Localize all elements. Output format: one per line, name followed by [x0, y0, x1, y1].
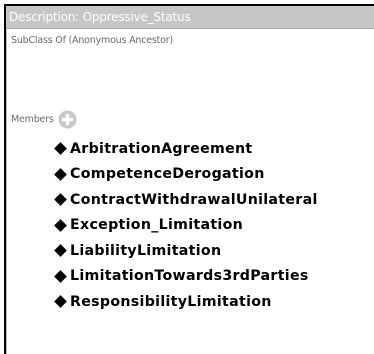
member-item[interactable]: ArbitrationAgreement — [53, 136, 318, 162]
individual-diamond-icon — [54, 142, 67, 156]
member-item[interactable]: ResponsibilityLimitation — [53, 289, 318, 315]
add-member-icon[interactable] — [58, 110, 77, 129]
member-label: LiabilityLimitation — [70, 242, 222, 259]
member-item[interactable]: LiabilityLimitation — [53, 238, 318, 264]
panel-titlebar[interactable]: Description: Oppressive_Status — [6, 6, 374, 29]
member-label: ArbitrationAgreement — [70, 140, 253, 157]
description-panel: Description: Oppressive_Status SubClass … — [4, 4, 374, 354]
subclass-of-section-label: SubClass Of (Anonymous Ancestor) — [11, 35, 173, 46]
member-item[interactable]: ContractWithdrawalUnilateral — [53, 187, 318, 213]
panel-content: SubClass Of (Anonymous Ancestor) Members… — [6, 29, 374, 354]
member-label: ContractWithdrawalUnilateral — [70, 191, 318, 208]
member-item[interactable]: LimitationTowards3rdParties — [53, 264, 318, 290]
individual-diamond-icon — [54, 167, 67, 181]
member-label: Exception_Limitation — [70, 217, 244, 234]
members-section-label: Members — [11, 114, 54, 125]
member-item[interactable]: Exception_Limitation — [53, 213, 318, 239]
individual-diamond-icon — [54, 244, 67, 258]
members-header: Members — [11, 110, 77, 129]
individual-diamond-icon — [54, 193, 67, 207]
member-label: ResponsibilityLimitation — [70, 293, 272, 310]
member-label: LimitationTowards3rdParties — [70, 268, 309, 285]
member-item[interactable]: CompetenceDerogation — [53, 162, 318, 188]
member-label: CompetenceDerogation — [70, 166, 265, 183]
individual-diamond-icon — [54, 295, 67, 309]
panel-title: Description: Oppressive_Status — [9, 10, 191, 24]
individual-diamond-icon — [54, 218, 67, 232]
individual-diamond-icon — [54, 269, 67, 283]
members-list: ArbitrationAgreement CompetenceDerogatio… — [53, 136, 318, 315]
